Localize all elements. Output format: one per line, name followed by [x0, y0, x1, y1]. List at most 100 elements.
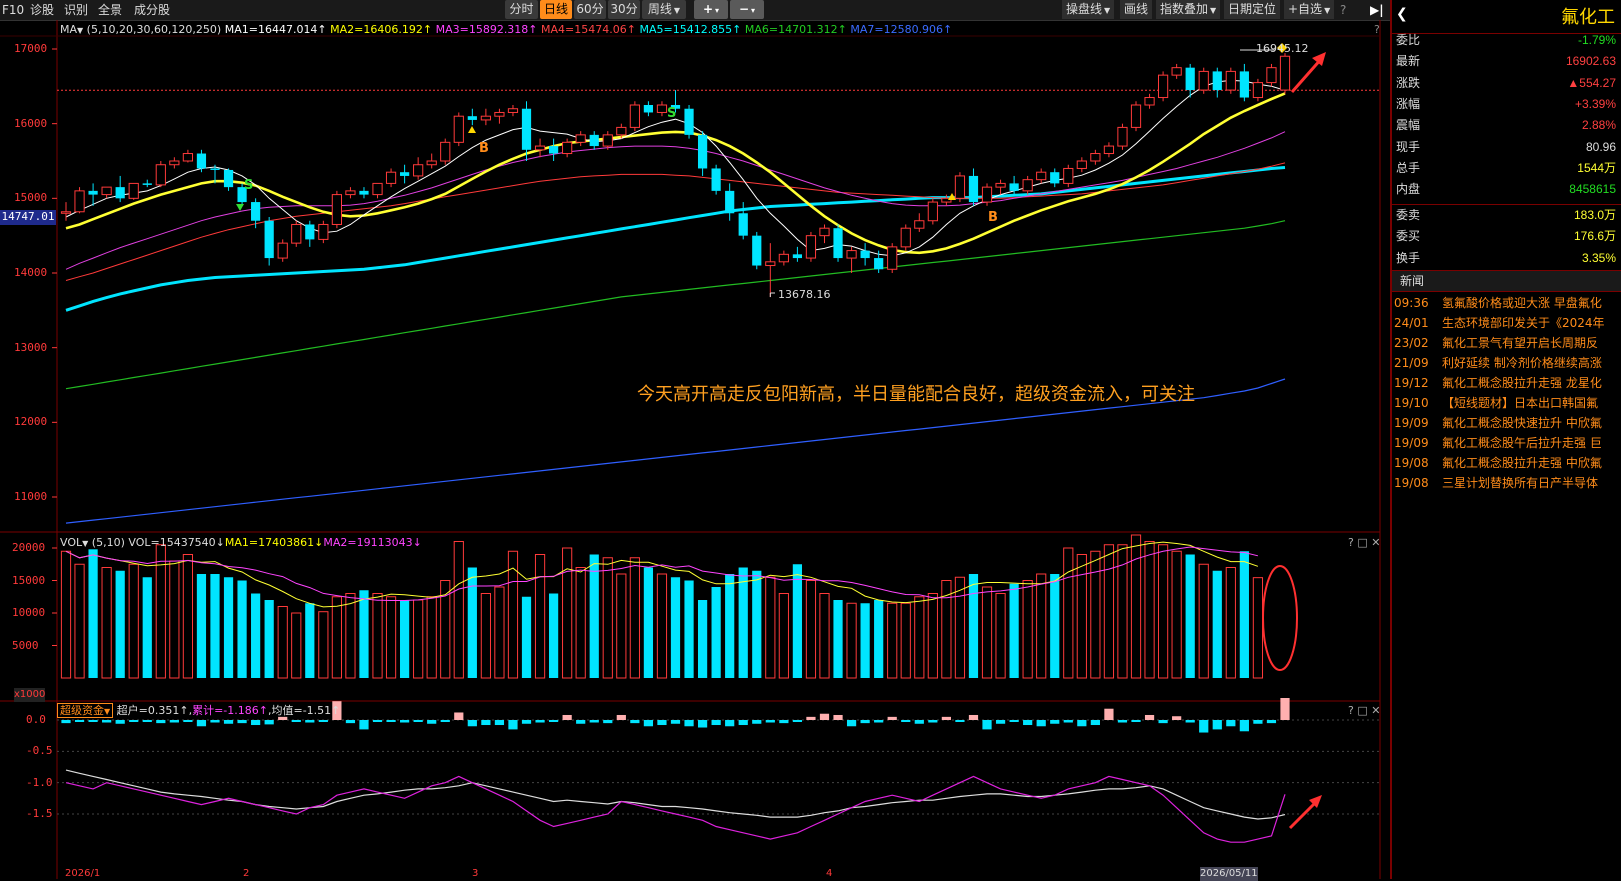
volume-bar: [182, 554, 194, 679]
quote-key: 震幅: [1396, 118, 1421, 133]
candle-body: [616, 126, 627, 136]
fund-bar: [74, 720, 85, 722]
fund-bar: [1280, 698, 1290, 720]
news-headline: 生态环境部印发关于《2024年: [1442, 316, 1605, 330]
fund-y-axis-label: -1.0: [26, 775, 53, 789]
news-item[interactable]: 19/10 【短线题材】日本出口韩国氟: [1394, 393, 1621, 413]
sell-signal: S: [667, 106, 677, 121]
news-headline: 三星计划替换所有日产半导体: [1442, 476, 1599, 490]
quote-row: 换手 3.35%: [1396, 248, 1616, 268]
fund-indicator-dropdown[interactable]: 超级资金▼: [57, 703, 114, 718]
main-panel-help-icon[interactable]: ?: [1374, 23, 1380, 37]
volume-bar: [887, 602, 898, 679]
volume-bar: [927, 593, 938, 679]
candle-body: [155, 164, 166, 186]
candle-body: [981, 186, 993, 203]
fund-bar: [697, 720, 708, 728]
candle-body: [1130, 104, 1142, 128]
y-axis-label: 15000: [14, 191, 48, 205]
fund-bar: [318, 720, 328, 722]
volume-bar: [169, 560, 180, 679]
fund-bar: [928, 720, 938, 723]
fund-bar: [169, 720, 179, 723]
fund-bar: [711, 720, 721, 726]
news-item[interactable]: 09:36 氢氟酸价格或迎大涨 早盘氟化: [1394, 293, 1621, 313]
volume-bar: [1239, 551, 1249, 678]
buy-signal: B: [988, 210, 998, 225]
volume-bar: [1144, 541, 1155, 679]
fund-bar: [1104, 708, 1114, 720]
news-item[interactable]: 21/09 利好延续 制冷剂价格继续高涨: [1394, 353, 1621, 373]
vol-indicator-name[interactable]: VOL: [60, 536, 82, 549]
quote-key: 最新: [1396, 54, 1421, 69]
candle-body: [74, 190, 85, 213]
ma-values: MA1=16447.014↑ MA2=16406.192↑ MA3=15892.…: [225, 23, 953, 36]
volume-bar: [1185, 554, 1195, 678]
candle-body: [305, 224, 315, 240]
volume-bar: [575, 567, 586, 679]
vol-y-axis-label: 20000: [12, 541, 46, 554]
quote-value: 176.6万: [1573, 229, 1616, 244]
quote-value: 8458615: [1569, 182, 1616, 197]
quote-value: 80.96: [1585, 139, 1616, 154]
candle-body: [1036, 171, 1047, 181]
volume-bar: [819, 593, 830, 679]
fund-bar: [386, 720, 396, 722]
fund-bar: [846, 720, 857, 727]
chevron-down-icon: ▼: [104, 707, 111, 716]
quote-row: 震幅 2.88%: [1396, 115, 1616, 135]
candle-body: [629, 104, 640, 128]
news-item[interactable]: 19/09 氟化工概念股快速拉升 中欣氟: [1394, 413, 1621, 433]
fund-bar: [833, 714, 843, 720]
fund-bar: [1009, 720, 1019, 722]
fund-bar: [210, 720, 220, 723]
volume-bar: [453, 541, 464, 679]
fund-y-axis-label: 0.0: [26, 713, 46, 726]
volume-bar: [711, 587, 721, 678]
candle-body: [182, 153, 194, 162]
volume-bar: [128, 563, 139, 679]
quote-row: 涨跌 ▲554.27: [1396, 73, 1616, 93]
fund-bar: [1172, 716, 1182, 720]
buy-arrow-icon: [468, 126, 476, 133]
candle-body: [1171, 67, 1182, 76]
back-arrow-icon[interactable]: ❮: [1396, 6, 1408, 22]
fund-bar: [725, 720, 735, 727]
fund-bar: [494, 720, 505, 726]
fund-bar: [616, 714, 626, 720]
fund-panel-controls[interactable]: ? □ ✕: [1348, 704, 1380, 718]
fund-avg-value: 均值=-1.51↑: [271, 704, 341, 717]
news-item[interactable]: 19/12 氟化工概念股拉升走强 龙星化: [1394, 373, 1621, 393]
news-item[interactable]: 19/08 三星计划替换所有日产半导体: [1394, 473, 1621, 493]
volume-bar: [1212, 570, 1222, 678]
fund-bar: [291, 720, 301, 722]
news-item[interactable]: 23/02 氟化工景气有望开启长周期反: [1394, 333, 1621, 353]
ma-indicator-name[interactable]: MA: [60, 23, 77, 36]
volume-bar: [562, 547, 573, 679]
fund-bar: [752, 720, 762, 724]
news-item[interactable]: 19/09 氟化工概念股午后拉升走强 巨: [1394, 433, 1621, 453]
fund-bar: [589, 720, 599, 723]
fund-bar: [413, 720, 423, 722]
y-axis-label: 13000: [14, 340, 48, 354]
candle-body: [805, 235, 817, 259]
volume-bar: [1130, 534, 1142, 679]
vol-panel-controls[interactable]: ? □ ✕: [1348, 536, 1380, 550]
volume-bar: [846, 602, 857, 679]
fund-bar: [738, 720, 748, 726]
fund-bar: [684, 720, 694, 727]
candle-body: [968, 175, 979, 203]
fund-bar: [521, 720, 532, 724]
quote-row: 总手 1544万: [1396, 158, 1616, 178]
news-item[interactable]: 19/08 氟化工概念股拉升走强 中欣氟: [1394, 453, 1621, 473]
volume-bar: [223, 577, 234, 678]
volume-bar: [968, 574, 979, 678]
volume-bar: [725, 574, 735, 678]
volume-bar: [765, 576, 776, 679]
fund-bar: [400, 720, 410, 723]
candle-body: [196, 153, 207, 169]
news-item[interactable]: 24/01 生态环境部印发关于《2024年: [1394, 313, 1621, 333]
kline-chart[interactable]: [0, 0, 1390, 879]
quote-value: +3.39%: [1574, 96, 1616, 111]
volume-bar: [115, 570, 125, 678]
